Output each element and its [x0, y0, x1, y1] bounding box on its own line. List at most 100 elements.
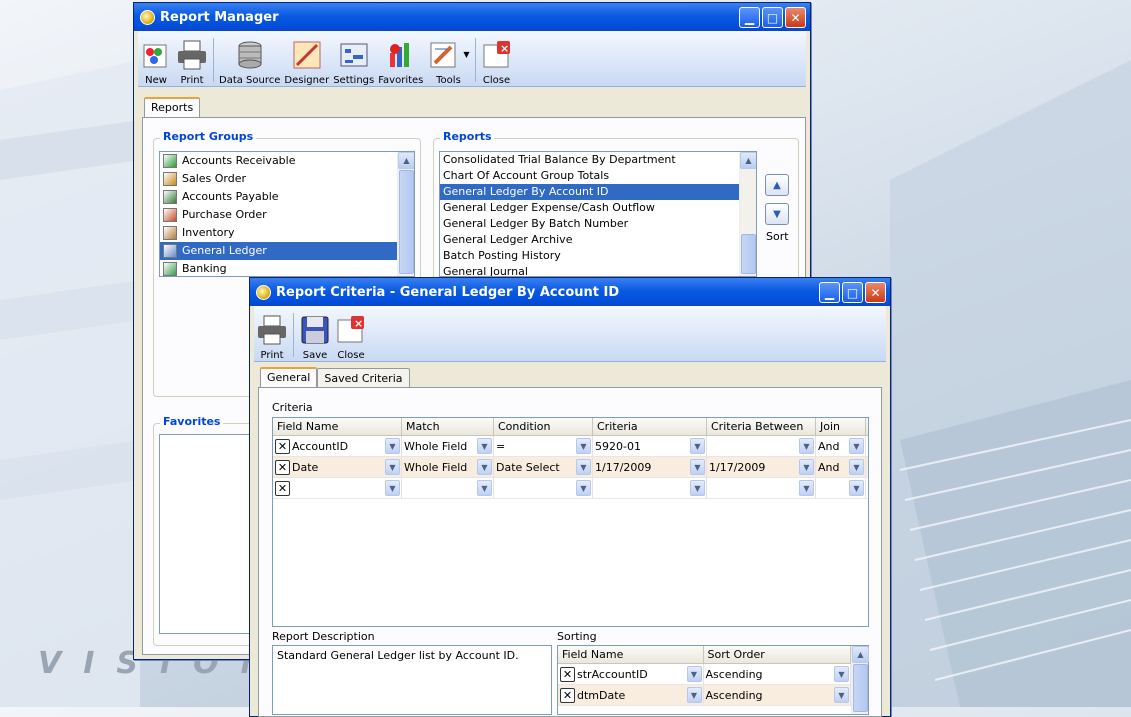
- criteria-cell-between[interactable]: ▼: [707, 436, 816, 456]
- dropdown-arrow-icon[interactable]: ▼: [690, 480, 705, 496]
- col-match[interactable]: Match: [402, 418, 494, 435]
- minimize-button[interactable]: ▁: [739, 7, 760, 28]
- criteria-cell-condition[interactable]: Date Select ▼: [494, 457, 593, 477]
- dropdown-arrow-icon[interactable]: ▼: [385, 480, 400, 496]
- criteria-cell-condition[interactable]: ▼: [494, 478, 593, 498]
- report-group-item[interactable]: Banking: [160, 260, 414, 276]
- new-button[interactable]: New: [138, 31, 174, 86]
- criteria-cell-condition[interactable]: = ▼: [494, 436, 593, 456]
- minimize-button[interactable]: ▁: [819, 282, 840, 303]
- criteria-cell-between[interactable]: ▼: [707, 478, 816, 498]
- designer-button[interactable]: Designer: [282, 31, 331, 86]
- dropdown-arrow-icon[interactable]: ▼: [849, 480, 864, 496]
- tab-reports[interactable]: Reports: [144, 97, 201, 117]
- criteria-cell-criteria[interactable]: ▼: [593, 478, 707, 498]
- criteria-titlebar[interactable]: Report Criteria - General Ledger By Acco…: [250, 278, 890, 306]
- report-description-field[interactable]: Standard General Ledger list by Account …: [272, 645, 552, 715]
- data-source-button[interactable]: Data Source: [217, 31, 282, 86]
- criteria-cell-field[interactable]: ✕ AccountID ▼: [273, 436, 402, 456]
- remove-row-icon[interactable]: ✕: [560, 687, 575, 703]
- criteria-cell-criteria[interactable]: 5920-01 ▼: [593, 436, 707, 456]
- col-criteria-between[interactable]: Criteria Between: [707, 418, 816, 435]
- sort-down-button[interactable]: ▼: [765, 203, 789, 225]
- report-list-item[interactable]: General Ledger Archive: [440, 232, 739, 248]
- dropdown-arrow-icon[interactable]: ▼: [477, 438, 492, 454]
- col-criteria[interactable]: Criteria: [593, 418, 707, 435]
- report-list-item[interactable]: Chart Of Account Group Totals: [440, 168, 739, 184]
- report-group-item[interactable]: General Ledger: [160, 242, 414, 260]
- dropdown-arrow-icon[interactable]: ▼: [834, 687, 849, 703]
- criteria-cell-match[interactable]: ▼: [402, 478, 494, 498]
- dropdown-arrow-icon[interactable]: ▼: [576, 459, 591, 475]
- sorting-cell-field[interactable]: ✕ strAccountID ▼: [558, 664, 704, 684]
- tab-general[interactable]: General: [260, 367, 318, 389]
- dropdown-arrow-icon[interactable]: ▼: [690, 459, 705, 475]
- criteria-cell-join[interactable]: And ▼: [816, 457, 866, 477]
- dropdown-arrow-icon[interactable]: ▼: [690, 438, 705, 454]
- report-list-item[interactable]: General Ledger By Batch Number: [440, 216, 739, 232]
- criteria-cell-join[interactable]: ▼: [816, 478, 866, 498]
- print-button[interactable]: Print: [174, 31, 210, 86]
- favorites-button[interactable]: Favorites: [376, 31, 425, 86]
- report-list-item[interactable]: Batch Posting History: [440, 248, 739, 264]
- dropdown-arrow-icon[interactable]: ▼: [576, 480, 591, 496]
- report-group-item[interactable]: Sales Order: [160, 170, 414, 188]
- criteria-cell-between[interactable]: 1/17/2009 ▼: [707, 457, 816, 477]
- dropdown-arrow-icon[interactable]: ▼: [799, 438, 814, 454]
- report-group-item[interactable]: Purchase Order: [160, 206, 414, 224]
- remove-row-icon[interactable]: ✕: [275, 480, 290, 496]
- dropdown-arrow-icon[interactable]: ▼: [385, 438, 400, 454]
- col-sort-field-name[interactable]: Field Name: [558, 646, 704, 663]
- dropdown-arrow-icon[interactable]: ▼: [686, 666, 702, 682]
- dropdown-arrow-icon[interactable]: ▼: [385, 459, 400, 475]
- sorting-cell-field[interactable]: ✕ dtmDate ▼: [558, 685, 704, 705]
- settings-button[interactable]: Settings: [331, 31, 376, 86]
- remove-row-icon[interactable]: ✕: [275, 438, 290, 454]
- maximize-button[interactable]: □: [762, 7, 783, 28]
- dropdown-arrow-icon[interactable]: ▼: [477, 459, 492, 475]
- dropdown-arrow-icon[interactable]: ▼: [576, 438, 591, 454]
- sorting-scrollbar[interactable]: ▲: [851, 646, 869, 714]
- criteria-cell-field[interactable]: ✕ ▼: [273, 478, 402, 498]
- maximize-button[interactable]: □: [842, 282, 863, 303]
- save-button[interactable]: Save: [297, 306, 333, 361]
- scroll-thumb[interactable]: [853, 664, 868, 712]
- col-condition[interactable]: Condition: [494, 418, 593, 435]
- scroll-thumb[interactable]: [399, 170, 414, 274]
- tools-button[interactable]: ▼ Tools: [425, 31, 471, 86]
- scroll-thumb[interactable]: [741, 234, 756, 274]
- criteria-cell-field[interactable]: ✕ Date ▼: [273, 457, 402, 477]
- close-window-button[interactable]: ✕: [865, 282, 886, 303]
- dropdown-arrow-icon[interactable]: ▼: [849, 438, 864, 454]
- col-sort-order[interactable]: Sort Order: [704, 646, 851, 663]
- close-button[interactable]: × Close: [333, 306, 369, 361]
- groups-scrollbar[interactable]: ▲: [397, 152, 414, 276]
- sorting-cell-order[interactable]: Ascending ▼: [704, 685, 851, 705]
- close-window-button[interactable]: ✕: [785, 7, 806, 28]
- tab-saved-criteria[interactable]: Saved Criteria: [317, 368, 410, 388]
- scroll-up-button[interactable]: ▲: [398, 152, 414, 169]
- criteria-cell-criteria[interactable]: 1/17/2009 ▼: [593, 457, 707, 477]
- dropdown-arrow-icon[interactable]: ▼: [477, 480, 492, 496]
- dropdown-arrow-icon[interactable]: ▼: [686, 687, 702, 703]
- report-group-item[interactable]: Accounts Payable: [160, 188, 414, 206]
- reports-scrollbar[interactable]: ▲: [739, 152, 756, 276]
- remove-row-icon[interactable]: ✕: [560, 666, 575, 682]
- sorting-cell-order[interactable]: Ascending ▼: [704, 664, 851, 684]
- report-list-item[interactable]: Consolidated Trial Balance By Department: [440, 152, 739, 168]
- dropdown-arrow-icon[interactable]: ▼: [799, 480, 814, 496]
- close-button[interactable]: × Close: [479, 31, 515, 86]
- report-group-item[interactable]: Accounts Receivable: [160, 152, 414, 170]
- col-field-name[interactable]: Field Name: [273, 418, 402, 435]
- report-manager-titlebar[interactable]: Report Manager ▁ □ ✕: [134, 3, 810, 31]
- report-list-item[interactable]: General Ledger Expense/Cash Outflow: [440, 200, 739, 216]
- dropdown-arrow-icon[interactable]: ▼: [849, 459, 864, 475]
- tools-dropdown-arrow-icon[interactable]: ▼: [463, 50, 469, 59]
- col-join[interactable]: Join: [816, 418, 866, 435]
- report-list-item[interactable]: General Journal: [440, 264, 739, 276]
- criteria-cell-match[interactable]: Whole Field ▼: [402, 436, 494, 456]
- remove-row-icon[interactable]: ✕: [275, 459, 290, 475]
- sort-up-button[interactable]: ▲: [765, 174, 789, 196]
- report-group-item[interactable]: Inventory: [160, 224, 414, 242]
- criteria-cell-match[interactable]: Whole Field ▼: [402, 457, 494, 477]
